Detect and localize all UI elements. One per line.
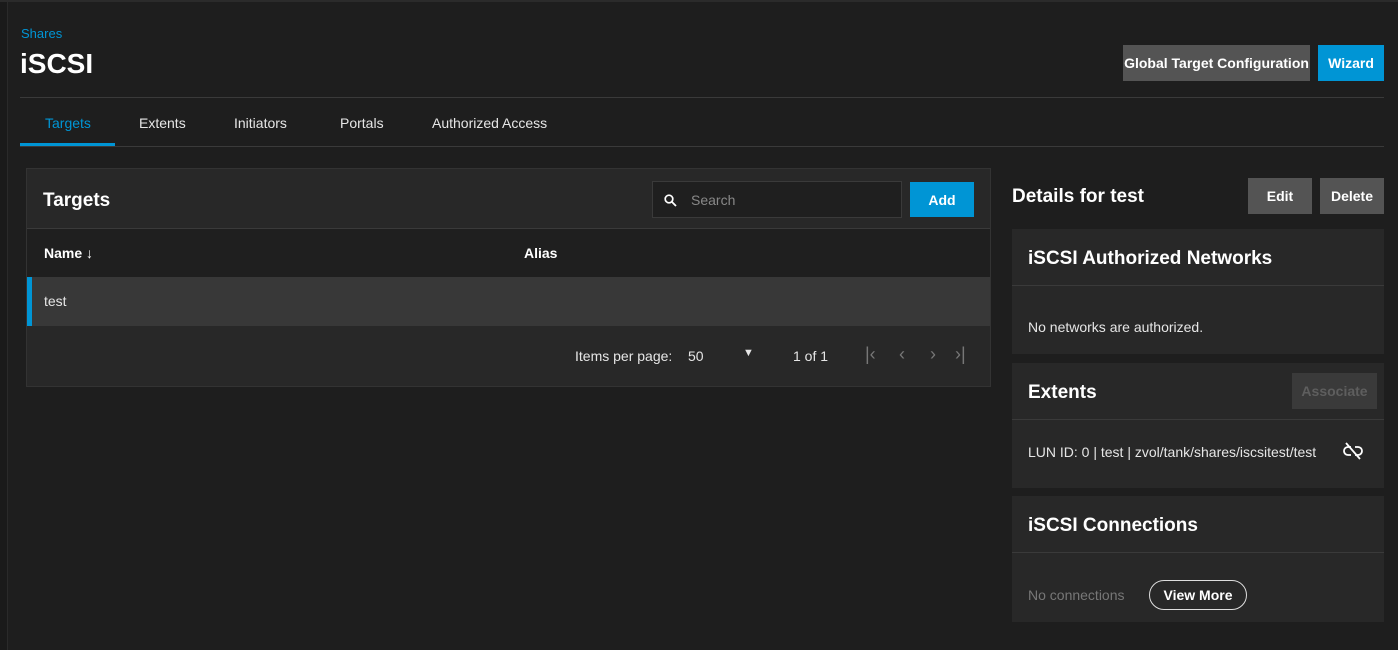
dropdown-arrow-icon: ▼ (743, 347, 754, 359)
divider (1012, 285, 1384, 286)
edit-button[interactable]: Edit (1248, 178, 1312, 214)
table-row[interactable]: test (27, 277, 990, 326)
tab-authorized-access[interactable]: Authorized Access (432, 115, 547, 131)
divider (20, 97, 1384, 98)
wizard-button[interactable]: Wizard (1318, 45, 1384, 81)
extents-card: Extents Associate LUN ID: 0 | test | zvo… (1012, 363, 1384, 488)
search-input[interactable]: Search (652, 181, 902, 218)
tab-extents[interactable]: Extents (139, 115, 186, 131)
add-button[interactable]: Add (910, 182, 974, 217)
next-page-icon[interactable]: › (930, 344, 936, 365)
column-name-label: Name (44, 245, 83, 261)
search-placeholder: Search (691, 192, 736, 208)
page-range: 1 of 1 (793, 348, 829, 364)
first-page-icon[interactable]: |‹ (865, 344, 876, 365)
last-page-icon[interactable]: ›| (955, 344, 966, 365)
extent-item: LUN ID: 0 | test | zvol/tank/shares/iscs… (1028, 444, 1317, 460)
tab-divider (20, 146, 1384, 147)
top-border (0, 0, 1398, 2)
targets-title: Targets (43, 190, 111, 211)
connections-card: iSCSI Connections No connections View Mo… (1012, 496, 1384, 622)
associate-button[interactable]: Associate (1292, 373, 1377, 409)
view-more-button[interactable]: View More (1149, 580, 1247, 610)
targets-card: Targets Search Add Name ↓ Alias test Ite… (26, 168, 991, 387)
divider (1012, 419, 1384, 420)
column-header-alias[interactable]: Alias (524, 245, 557, 261)
sidebar-edge (0, 0, 8, 650)
page-size-select[interactable]: 50 ▼ (688, 347, 758, 364)
column-header-name[interactable]: Name ↓ (44, 245, 93, 261)
tab-targets[interactable]: Targets (45, 115, 91, 131)
tab-portals[interactable]: Portals (340, 115, 384, 131)
row-name: test (44, 293, 67, 309)
search-icon (664, 194, 677, 207)
divider (1012, 552, 1384, 553)
global-target-configuration-button[interactable]: Global Target Configuration (1123, 45, 1310, 81)
breadcrumb-shares[interactable]: Shares (21, 26, 62, 41)
extents-title: Extents (1028, 382, 1097, 403)
page-title: iSCSI (20, 48, 94, 79)
authorized-networks-card: iSCSI Authorized Networks No networks ar… (1012, 229, 1384, 354)
details-title: Details for test (1012, 186, 1144, 207)
link-off-icon[interactable] (1343, 442, 1363, 460)
previous-page-icon[interactable]: ‹ (899, 344, 905, 365)
connections-title: iSCSI Connections (1028, 515, 1198, 536)
delete-button[interactable]: Delete (1320, 178, 1384, 214)
networks-empty: No networks are authorized. (1028, 319, 1204, 335)
items-per-page-label: Items per page: (575, 348, 673, 364)
connections-empty: No connections (1028, 587, 1125, 603)
arrow-down-icon: ↓ (86, 245, 94, 261)
tab-initiators[interactable]: Initiators (234, 115, 287, 131)
authorized-networks-title: iSCSI Authorized Networks (1028, 248, 1273, 269)
table-header: Name ↓ Alias (27, 228, 990, 277)
page-size-value: 50 (688, 348, 704, 364)
